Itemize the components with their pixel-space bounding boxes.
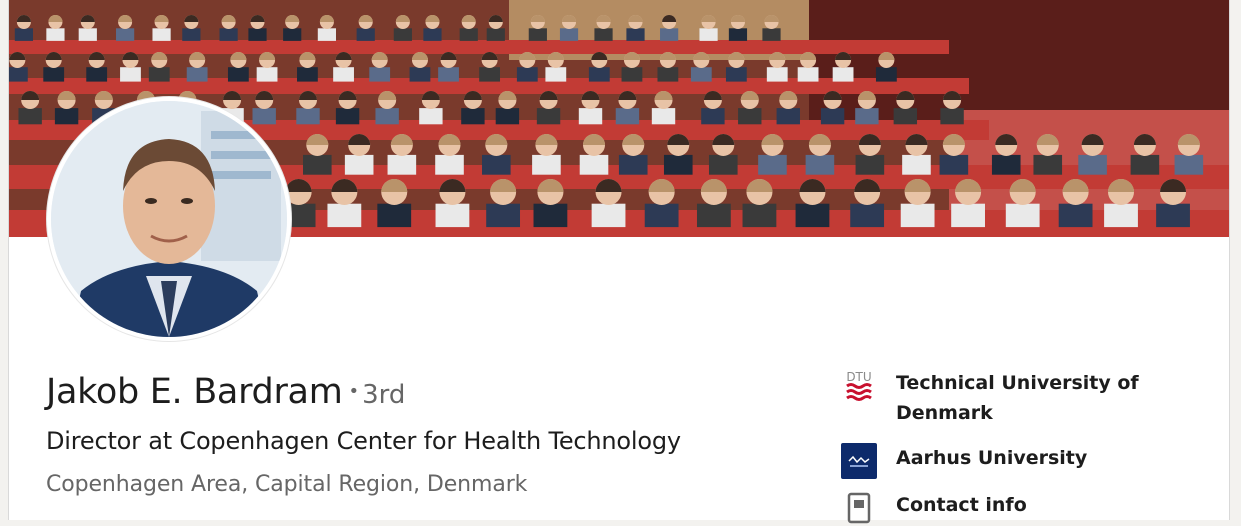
contact-info-link[interactable]: Contact info bbox=[841, 490, 1146, 526]
profile-photo[interactable] bbox=[47, 97, 291, 341]
aarhus-university-logo-icon bbox=[841, 443, 877, 479]
degree-separator: • bbox=[348, 381, 360, 402]
profile-headline: Director at Copenhagen Center for Health… bbox=[46, 427, 681, 455]
education-name: Technical University of Denmark bbox=[896, 372, 1139, 424]
connection-degree: 3rd bbox=[362, 380, 406, 410]
dtu-logo-icon: DTU bbox=[846, 370, 872, 401]
svg-text:DTU: DTU bbox=[846, 370, 871, 384]
education-item-dtu[interactable]: DTU Technical University of Denmark bbox=[841, 368, 1146, 428]
profile-name: Jakob E. Bardram bbox=[46, 372, 343, 412]
contact-info-label: Contact info bbox=[896, 494, 1027, 516]
profile-card: Jakob E. Bardram • 3rd Director at Copenha… bbox=[8, 0, 1230, 524]
education-item-aarhus[interactable]: Aarhus University bbox=[841, 443, 1146, 479]
contact-card-icon bbox=[847, 492, 871, 524]
avatar bbox=[51, 101, 287, 337]
profile-location: Copenhagen Area, Capital Region, Denmark bbox=[46, 472, 528, 497]
education-name: Aarhus University bbox=[896, 447, 1088, 469]
name-row: Jakob E. Bardram • 3rd bbox=[46, 372, 405, 412]
